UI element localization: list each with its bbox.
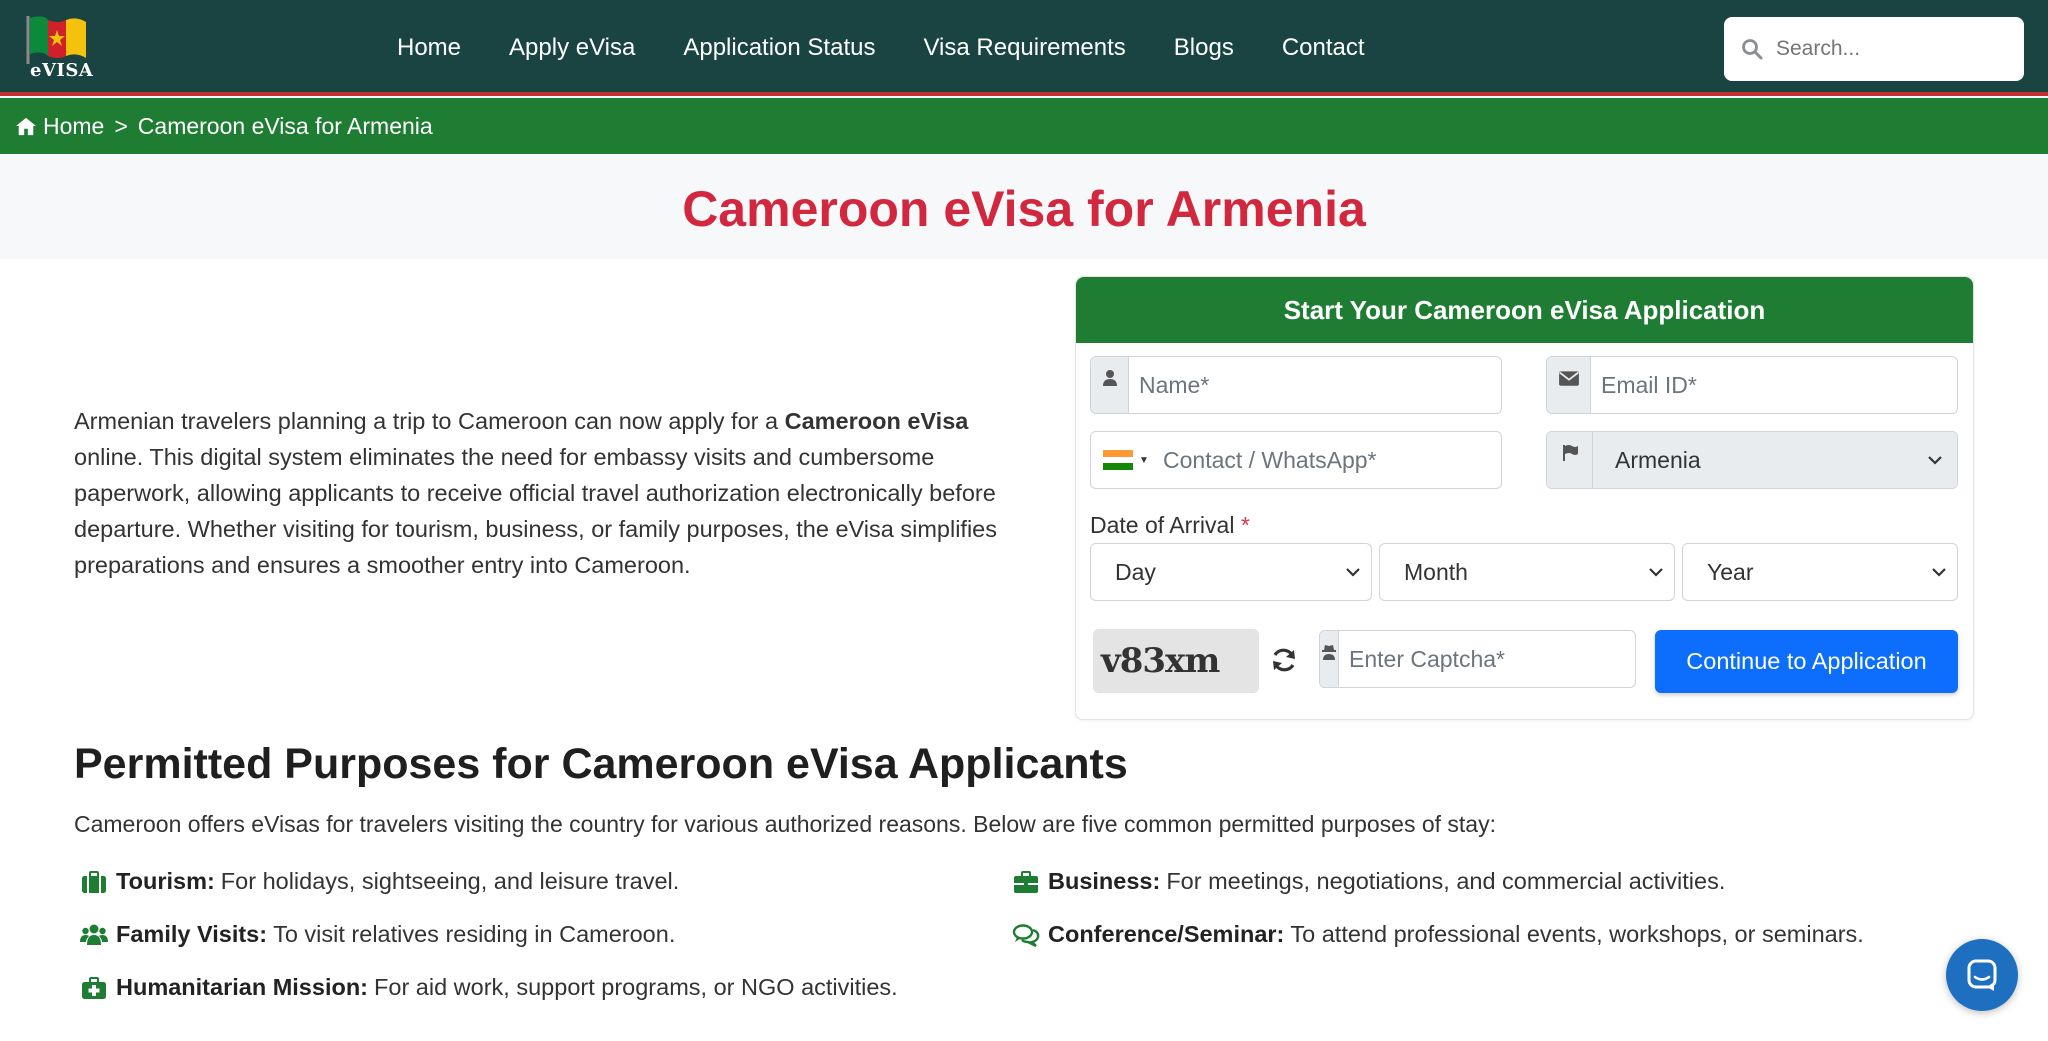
purpose-title: Conference/Seminar: [1048,921,1285,947]
year-value: Year [1707,558,1754,585]
purpose-item-family-visits: Family Visits: To visit relatives residi… [80,921,675,948]
chat-widget-button[interactable] [1946,939,2018,1011]
user-secret-icon [1322,645,1336,660]
purpose-text: For aid work, support programs, or NGO a… [374,974,898,1000]
purpose-item-conference-seminar: Conference/Seminar: To attend profession… [1012,921,1864,948]
form-title: Start Your Cameroon eVisa Application [1076,277,1973,343]
breadcrumb-home-link[interactable]: Home [43,113,104,140]
country-code-dropdown[interactable]: ▼ [1091,432,1153,488]
breadcrumb-current: Cameroon eVisa for Armenia [137,112,433,139]
purpose-text: For meetings, negotiations, and commerci… [1166,868,1726,894]
year-select[interactable]: Year [1682,543,1958,601]
search-icon [1742,39,1763,60]
chevron-down-icon [1928,456,1942,465]
envelope-icon [1558,371,1579,386]
intro-paragraph: Armenian travelers planning a trip to Ca… [74,403,1034,583]
intro-text-start: Armenian travelers planning a trip to Ca… [74,408,785,434]
nav-home[interactable]: Home [397,34,461,62]
nav-visa-requirements[interactable]: Visa Requirements [923,34,1125,62]
chevron-down-icon [1649,568,1663,577]
email-field[interactable] [1546,356,1958,414]
name-addon [1091,357,1129,413]
breadcrumb: Home > Cameroon eVisa for Armenia [0,98,2048,154]
country-select[interactable]: Armenia [1593,432,1957,488]
captcha-input[interactable] [1339,631,1635,687]
cameroon-flag-icon [26,16,86,82]
captcha-image: v83xm [1093,629,1259,693]
user-icon [1102,370,1117,386]
nav-blogs[interactable]: Blogs [1174,34,1234,62]
purpose-text: To attend professional events, workshops… [1290,921,1864,947]
briefcase-icon [1014,870,1038,893]
intro-bold: Cameroon eVisa [784,408,969,434]
comments-icon [1012,923,1040,947]
suitcase-icon [82,870,106,893]
breadcrumb-separator: > [114,112,128,139]
main-nav: Home Apply eVisa Application Status Visa… [397,0,1365,96]
caret-down-icon: ▼ [1139,454,1149,466]
flag-icon [1562,445,1578,461]
india-flag-icon [1103,450,1133,471]
nav-apply-evisa[interactable]: Apply eVisa [509,34,635,62]
intro-text-end: online. This digital system eliminates t… [74,444,997,578]
month-value: Month [1404,558,1468,585]
home-icon [16,117,36,136]
country-addon [1547,432,1593,488]
name-field[interactable] [1090,356,1502,414]
chevron-down-icon [1932,568,1946,577]
purposes-heading: Permitted Purposes for Cameroon eVisa Ap… [74,740,1128,788]
chat-icon [1967,959,1997,991]
phone-field[interactable]: ▼ [1090,431,1502,489]
date-label-text: Date of Arrival [1090,512,1235,538]
purpose-text: To visit relatives residing in Cameroon. [273,921,676,947]
purposes-intro: Cameroon offers eVisas for travelers vis… [74,811,1496,837]
day-value: Day [1115,558,1156,585]
purpose-title: Business: [1048,868,1161,894]
purpose-title: Family Visits: [116,921,268,947]
refresh-icon[interactable] [1270,646,1298,674]
purpose-title: Humanitarian Mission: [116,974,369,1000]
captcha-field[interactable] [1319,630,1636,688]
nav-contact[interactable]: Contact [1282,34,1365,62]
purpose-title: Tourism: [116,868,215,894]
purpose-item-humanitarian-mission: Humanitarian Mission: For aid work, supp… [80,974,898,1001]
country-value: Armenia [1615,446,1701,473]
medkit-icon [82,976,106,999]
page-title: Cameroon eVisa for Armenia [682,181,1366,237]
top-navbar: eVISA Home Apply eVisa Application Statu… [0,0,2048,96]
country-field[interactable]: Armenia [1546,431,1958,489]
date-of-arrival-label: Date of Arrival * [1090,512,1250,539]
purpose-text: For holidays, sightseeing, and leisure t… [220,868,680,894]
chevron-down-icon [1346,568,1360,577]
search-box[interactable] [1724,17,2024,81]
day-select[interactable]: Day [1090,543,1372,601]
captcha-addon [1320,631,1339,687]
title-band: Cameroon eVisa for Armenia [0,154,2048,259]
users-icon [80,924,108,945]
purpose-item-tourism: Tourism: For holidays, sightseeing, and … [80,868,679,895]
evisa-logo[interactable]: eVISA [24,14,96,82]
phone-input[interactable] [1153,432,1501,488]
name-input[interactable] [1129,357,1501,413]
continue-to-application-button[interactable]: Continue to Application [1655,630,1958,693]
email-input[interactable] [1591,357,1957,413]
month-select[interactable]: Month [1379,543,1675,601]
email-addon [1547,357,1591,413]
logo-text: eVISA [30,60,94,81]
required-asterisk: * [1240,512,1250,538]
search-input[interactable] [1776,37,2006,61]
nav-application-status[interactable]: Application Status [683,34,875,62]
purpose-item-business: Business: For meetings, negotiations, an… [1012,868,1725,895]
